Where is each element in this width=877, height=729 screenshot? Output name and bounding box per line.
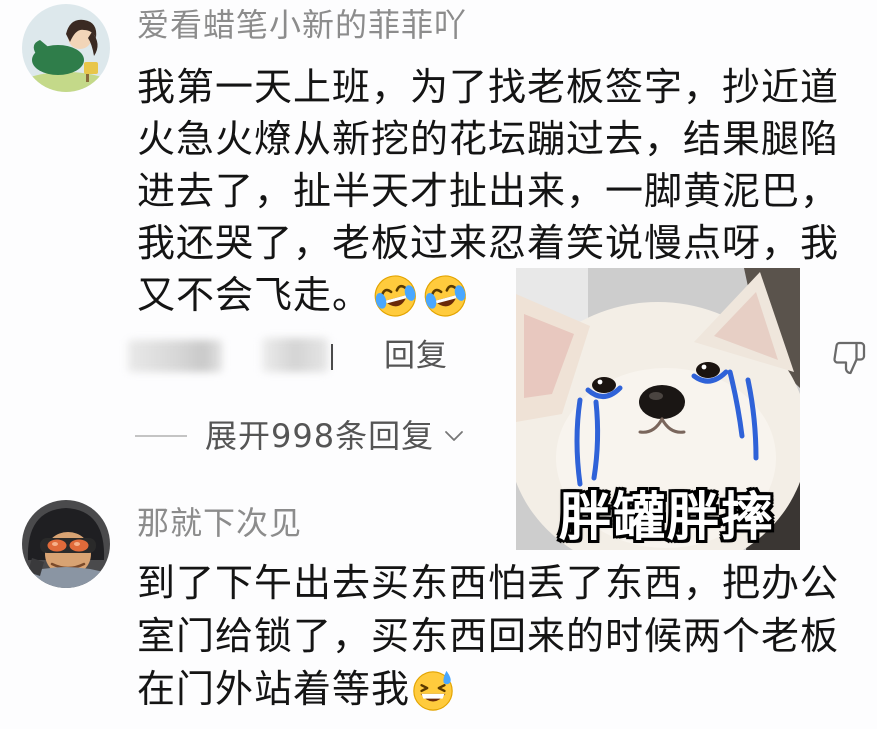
comment-line-text: 又不会飞走。 xyxy=(137,273,372,317)
face-with-tears-of-joy-icon xyxy=(374,275,416,317)
crying-dog-sticker[interactable]: 胖罐胖摔 xyxy=(516,268,800,550)
redacted-timestamp xyxy=(128,340,222,372)
comment-line: 到了下午出去买东西怕丢了东西，把办公 xyxy=(137,561,840,605)
redacted-location xyxy=(262,338,328,372)
comment-line: 室门给锁了，买东西回来的时候两个老板 xyxy=(137,614,840,658)
thumbs-down-icon xyxy=(833,341,866,375)
comment-line: 我还哭了，老板过来忍着笑说慢点呀，我 xyxy=(137,221,840,265)
comment-text: 到了下午出去买东西怕丢了东西，把办公 室门给锁了，买东西回来的时候两个老板 在门… xyxy=(137,557,839,716)
user-avatar[interactable] xyxy=(22,4,110,92)
expand-replies-label: 展开998条回复 xyxy=(205,417,435,455)
meta-divider xyxy=(331,344,333,370)
dislike-button[interactable] xyxy=(831,338,867,378)
grinning-face-with-sweat-icon xyxy=(413,670,453,711)
comment-line: 进去了，扯半天才扯出来，一脚黄泥巴， xyxy=(137,169,840,213)
expand-replies-button[interactable]: 展开998条回复 xyxy=(205,418,464,454)
cartoon-girl-avatar-icon xyxy=(22,4,110,92)
expand-divider-line xyxy=(135,435,187,437)
sticker-caption: 胖罐胖摔 xyxy=(558,488,775,548)
goggles-character-avatar-icon xyxy=(22,500,110,588)
comment-line: 我第一天上班，为了找老板签字，抄近道 xyxy=(137,65,840,109)
comment-line-text: 在门外站着等我 xyxy=(137,667,411,711)
comment-line-last: 在门外站着等我 xyxy=(137,663,839,716)
chevron-down-icon xyxy=(445,431,463,441)
username[interactable]: 爱看蜡笔小新的菲菲吖 xyxy=(137,8,467,42)
comment-line: 火急火燎从新挖的花坛蹦过去，结果腿陷 xyxy=(137,117,840,161)
face-with-tears-of-joy-icon xyxy=(424,275,466,317)
user-avatar[interactable] xyxy=(22,500,110,588)
reply-button[interactable]: 回复 xyxy=(384,338,448,374)
username[interactable]: 那就下次见 xyxy=(137,506,302,540)
